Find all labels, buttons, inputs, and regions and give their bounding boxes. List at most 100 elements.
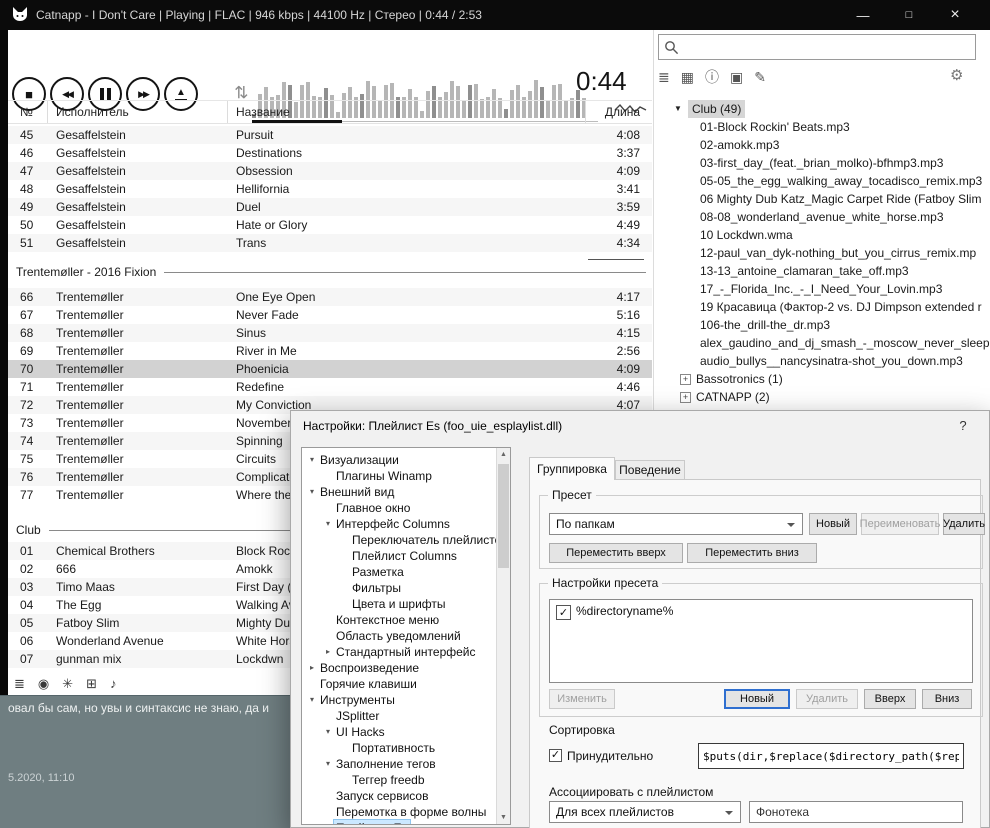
preferences-tree-item[interactable]: Запуск сервисов xyxy=(302,788,510,804)
preferences-tree-item[interactable]: Контекстное меню xyxy=(302,612,510,628)
pattern-checkbox[interactable]: ✓ xyxy=(556,605,571,620)
close-button[interactable]: × xyxy=(932,0,978,30)
preferences-tree-item[interactable]: Область уведомлений xyxy=(302,628,510,644)
up-button[interactable]: Вверх xyxy=(864,689,916,709)
preferences-tree-item[interactable]: Плейлист Es xyxy=(302,820,510,825)
minimize-button[interactable]: — xyxy=(840,0,886,30)
file-tree-item[interactable]: 06 Mighty Dub Katz_Magic Carpet Ride (Fa… xyxy=(656,190,990,208)
view-toolbar-icon[interactable]: ✎ xyxy=(754,69,766,86)
preferences-tree-item[interactable]: Переключатель плейлистов xyxy=(302,532,510,548)
tree-expander-icon[interactable]: ▾ xyxy=(306,692,318,708)
file-tree-item[interactable]: 19 Красавица (Фактор-2 vs. DJ Dimpson ex… xyxy=(656,298,990,316)
file-tree-item[interactable]: audio_bullys__nancysinatra-shot_you_down… xyxy=(656,352,990,370)
file-tree-item[interactable]: 106-the_drill-the_dr.mp3 xyxy=(656,316,990,334)
column-header-length[interactable]: Длина xyxy=(586,101,652,123)
table-row[interactable]: 50 Gesaffelstein Hate or Glory 4:49 xyxy=(8,216,652,234)
down-button[interactable]: Вниз xyxy=(922,689,972,709)
table-row[interactable]: 49 Gesaffelstein Duel 3:59 xyxy=(8,198,652,216)
view-toolbar-icon[interactable]: ▣ xyxy=(730,69,743,86)
preferences-tree-item[interactable]: Горячие клавиши xyxy=(302,676,510,692)
status-strip-icon[interactable]: ⊞ xyxy=(86,676,97,692)
library-field[interactable] xyxy=(749,801,963,823)
table-row[interactable]: 46 Gesaffelstein Destinations 3:37 xyxy=(8,144,652,162)
table-row[interactable]: 47 Gesaffelstein Obsession 4:09 xyxy=(8,162,652,180)
preset-delete-button[interactable]: Удалить xyxy=(943,513,985,535)
tree-node-icon[interactable]: + xyxy=(680,392,691,403)
tree-expander-icon[interactable]: ▾ xyxy=(322,516,334,532)
preferences-tree-item[interactable]: ▸ Стандартный интерфейс xyxy=(302,644,510,660)
group-header-trentemoller[interactable]: Trentemøller - 2016 Fixion xyxy=(8,264,652,280)
column-header-artist[interactable]: Исполнитель xyxy=(48,101,228,123)
file-tree-item[interactable]: 12-paul_van_dyk-nothing_but_you_cirrus_r… xyxy=(656,244,990,262)
preferences-tree-item[interactable]: ▾ Визуализации xyxy=(302,452,510,468)
preferences-tree-item[interactable]: ▾ UI Hacks xyxy=(302,724,510,740)
preferences-tree-item[interactable]: Плагины Winamp xyxy=(302,468,510,484)
preferences-tree-item[interactable]: Цвета и шрифты xyxy=(302,596,510,612)
preferences-tree-item[interactable]: ▾ Внешний вид xyxy=(302,484,510,500)
tree-node-icon[interactable]: + xyxy=(680,374,691,385)
tree-node-icon[interactable]: ▼ xyxy=(674,100,688,118)
preset-new-button[interactable]: Новый xyxy=(809,513,857,535)
associate-combobox[interactable]: Для всех плейлистов xyxy=(549,801,741,823)
status-strip-icon[interactable]: ♪ xyxy=(110,676,117,691)
new-pattern-button[interactable]: Новый xyxy=(724,689,790,709)
file-tree-item[interactable]: 13-13_antoine_clamaran_take_off.mp3 xyxy=(656,262,990,280)
scroll-up-icon[interactable]: ▲ xyxy=(497,448,510,461)
view-toolbar-icon[interactable]: ⓘ xyxy=(705,67,719,87)
preferences-tree-item[interactable]: ▾ Интерфейс Columns xyxy=(302,516,510,532)
file-tree-item[interactable]: 02-amokk.mp3 xyxy=(656,136,990,154)
file-tree-item[interactable]: + Bassotronics (1) xyxy=(656,370,990,388)
preferences-tree-item[interactable]: Разметка xyxy=(302,564,510,580)
move-down-button[interactable]: Переместить вниз xyxy=(687,543,817,563)
tree-scrollbar[interactable]: ▲ ▼ xyxy=(496,448,510,824)
preferences-tree-item[interactable]: Плейлист Columns xyxy=(302,548,510,564)
table-row[interactable]: 67 Trentemøller Never Fade 5:16 xyxy=(8,306,652,324)
scroll-down-icon[interactable]: ▼ xyxy=(497,811,510,824)
file-tree-item[interactable]: alex_gaudino_and_dj_smash_-_moscow_never… xyxy=(656,334,990,352)
file-tree-item[interactable]: 05-05_the_egg_walking_away_tocadisco_rem… xyxy=(656,172,990,190)
tab-behavior[interactable]: Поведение xyxy=(615,460,685,480)
move-up-button[interactable]: Переместить вверх xyxy=(549,543,683,563)
file-tree-item[interactable]: 03-first_day_(feat._brian_molko)-bfhmp3.… xyxy=(656,154,990,172)
file-tree-item[interactable]: + CATNAPP (2) xyxy=(656,388,990,406)
preferences-tree-item[interactable]: Перемотка в форме волны xyxy=(302,804,510,820)
table-row[interactable]: 48 Gesaffelstein Hellifornia 3:41 xyxy=(8,180,652,198)
view-toolbar-icon[interactable]: ▦ xyxy=(681,69,694,86)
table-row[interactable]: 69 Trentemøller River in Me 2:56 xyxy=(8,342,652,360)
table-row[interactable]: 51 Gesaffelstein Trans 4:34 xyxy=(8,234,652,252)
pattern-item-label[interactable]: %directoryname% xyxy=(576,604,673,618)
table-row[interactable]: 66 Trentemøller One Eye Open 4:17 xyxy=(8,288,652,306)
settings-gear-icon[interactable]: ⚙ xyxy=(950,66,963,84)
sort-pattern-input[interactable] xyxy=(698,743,964,769)
table-row[interactable]: 70 Trentemøller Phoenicia 4:09 xyxy=(8,360,652,378)
maximize-button[interactable]: □ xyxy=(886,0,932,30)
column-header-number[interactable]: № xyxy=(8,101,48,123)
pattern-listbox[interactable]: ✓ %directoryname% xyxy=(549,599,973,683)
status-strip-icon[interactable]: ≣ xyxy=(14,676,25,692)
file-tree-item[interactable]: ▼ Club (49) xyxy=(656,100,990,118)
tree-expander-icon[interactable]: ▸ xyxy=(306,660,318,676)
tree-expander-icon[interactable]: ▾ xyxy=(322,724,334,740)
scrollbar-thumb[interactable] xyxy=(498,464,509,568)
preferences-tree-item[interactable]: ▸ Воспроизведение xyxy=(302,660,510,676)
preferences-tree-item[interactable]: ▾ Заполнение тегов xyxy=(302,756,510,772)
table-row[interactable]: 71 Trentemøller Redefine 4:46 xyxy=(8,378,652,396)
preferences-tree-item[interactable]: Портативность xyxy=(302,740,510,756)
preferences-tree-item[interactable]: Главное окно xyxy=(302,500,510,516)
file-tree-item[interactable]: 17_-_Florida_Inc._-_I_Need_Your_Lovin.mp… xyxy=(656,280,990,298)
preferences-tree-item[interactable]: ▾ Инструменты xyxy=(302,692,510,708)
repeat-shuffle-icon[interactable]: ⇄ xyxy=(231,85,251,99)
force-sort-checkbox[interactable]: ✓ xyxy=(549,749,562,762)
tree-expander-icon[interactable]: ▾ xyxy=(306,452,318,468)
status-strip-icon[interactable]: ✳ xyxy=(62,676,73,692)
preset-combobox[interactable]: По папкам xyxy=(549,513,803,535)
status-strip-icon[interactable]: ◉ xyxy=(38,676,49,692)
tree-expander-icon[interactable]: ▾ xyxy=(306,484,318,500)
tree-expander-icon[interactable]: ▾ xyxy=(322,756,334,772)
tree-expander-icon[interactable]: ▸ xyxy=(322,644,334,660)
table-row[interactable]: 45 Gesaffelstein Pursuit 4:08 xyxy=(8,126,652,144)
preferences-tree-item[interactable]: JSplitter xyxy=(302,708,510,724)
tab-grouping[interactable]: Группировка xyxy=(529,457,615,480)
help-button[interactable]: ? xyxy=(951,415,975,437)
view-toolbar-icon[interactable]: ≣ xyxy=(658,69,670,86)
